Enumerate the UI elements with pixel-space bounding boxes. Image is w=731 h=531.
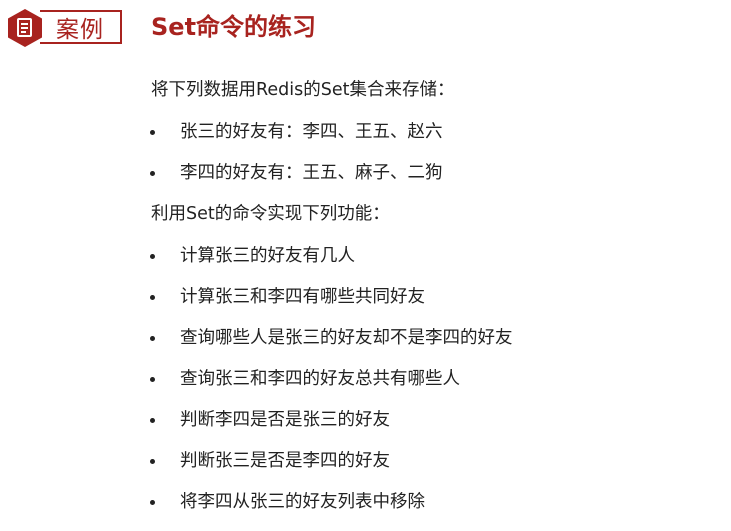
bullet-icon xyxy=(150,130,155,135)
list-item: 李四的好友有：王五、麻子、二狗 xyxy=(150,161,721,202)
list-item: 计算张三的好友有几人 xyxy=(150,244,721,285)
list-item: 查询哪些人是张三的好友却不是李四的好友 xyxy=(150,326,721,367)
list-item-text: 将李四从张三的好友列表中移除 xyxy=(180,492,425,512)
bullet-icon xyxy=(150,295,155,300)
list-item: 张三的好友有：李四、王五、赵六 xyxy=(150,120,721,161)
list-item: 将李四从张三的好友列表中移除 xyxy=(150,490,721,531)
list-item-text: 计算张三和李四有哪些共同好友 xyxy=(180,287,425,307)
content-body: 将下列数据用Redis的Set集合来存储： 张三的好友有：李四、王五、赵六 李四… xyxy=(150,78,721,531)
list-item: 判断张三是否是李四的好友 xyxy=(150,449,721,490)
case-badge: 案例 xyxy=(6,8,124,48)
bullet-icon xyxy=(150,171,155,176)
bullet-icon xyxy=(150,418,155,423)
bullet-icon xyxy=(150,254,155,259)
page-title: Set命令的练习 xyxy=(151,13,317,41)
bullet-icon xyxy=(150,500,155,505)
tasks-intro-text: 利用Set的命令实现下列功能： xyxy=(151,204,390,224)
list-item-text: 张三的好友有：李四、王五、赵六 xyxy=(180,122,443,142)
list-item-text: 判断张三是否是李四的好友 xyxy=(180,451,390,471)
document-icon xyxy=(8,9,42,47)
list-item: 判断李四是否是张三的好友 xyxy=(150,408,721,449)
list-item: 计算张三和李四有哪些共同好友 xyxy=(150,285,721,326)
list-item-text: 查询哪些人是张三的好友却不是李四的好友 xyxy=(180,328,513,348)
list-item: 查询张三和李四的好友总共有哪些人 xyxy=(150,367,721,408)
bullet-icon xyxy=(150,336,155,341)
list-item-text: 李四的好友有：王五、麻子、二狗 xyxy=(180,163,443,183)
list-item-text: 查询张三和李四的好友总共有哪些人 xyxy=(180,369,460,389)
intro-text: 将下列数据用Redis的Set集合来存储： xyxy=(151,80,455,100)
bullet-icon xyxy=(150,459,155,464)
list-item-text: 判断李四是否是张三的好友 xyxy=(180,410,390,430)
bullet-icon xyxy=(150,377,155,382)
list-item-text: 计算张三的好友有几人 xyxy=(180,246,355,266)
case-label: 案例 xyxy=(40,10,122,44)
